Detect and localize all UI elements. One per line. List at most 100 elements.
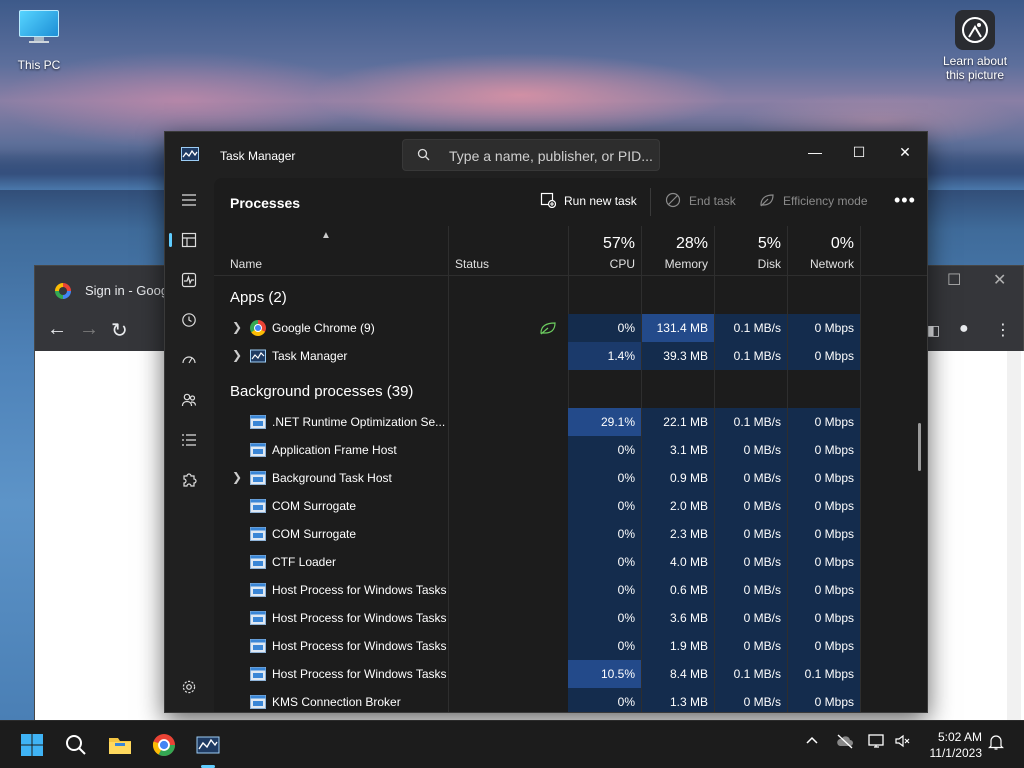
nav-details[interactable]	[171, 424, 207, 456]
onedrive-off-icon[interactable]	[836, 733, 854, 752]
table-row[interactable]: ❯ Background Task Host 0% 0.9 MB 0 MB/s 0 Mbp…	[214, 464, 927, 492]
desktop-icon-label: This PC	[17, 58, 61, 72]
forward-arrow-icon[interactable]: →	[79, 318, 99, 341]
clock-date: 11/1/2023	[929, 746, 983, 760]
hamburger-menu-button[interactable]	[171, 184, 207, 216]
maximize-icon[interactable]: ☐	[947, 270, 961, 290]
close-button[interactable]: ✕	[883, 138, 927, 166]
memory-cell: 2.3 MB	[642, 520, 714, 548]
table-row[interactable]: KMS Connection Broker 0% 1.3 MB 0 MB/s 0 Mbp…	[214, 688, 927, 712]
details-list-icon	[182, 434, 196, 446]
chevron-right-icon[interactable]: ❯	[232, 320, 242, 334]
efficiency-mode-label: Efficiency mode	[783, 194, 868, 208]
memory-cell: 39.3 MB	[642, 342, 714, 370]
disk-cell: 0 MB/s	[715, 688, 787, 712]
start-button[interactable]	[16, 729, 48, 761]
network-cell: 0 Mbps	[788, 408, 860, 436]
chrome-scrollbar[interactable]	[1007, 351, 1021, 721]
nav-processes[interactable]	[169, 224, 207, 256]
cpu-cell: 0%	[568, 314, 641, 342]
table-row[interactable]: .NET Runtime Optimization Se... 29.1% 22.1…	[214, 408, 927, 436]
table-row[interactable]: CTF Loader 0% 4.0 MB 0 MB/s 0 Mbps	[214, 548, 927, 576]
process-window-icon	[250, 695, 266, 709]
reload-icon[interactable]: ↻	[111, 318, 128, 343]
cpu-cell: 1.4%	[568, 342, 641, 370]
clock[interactable]: 5:02 AM 11/1/2023	[920, 729, 983, 761]
column-disk[interactable]: Disk	[715, 257, 781, 271]
nav-performance[interactable]	[171, 264, 207, 296]
show-hidden-icons-icon[interactable]	[805, 733, 819, 750]
table-row[interactable]: Host Process for Windows Tasks 0% 3.6 MB 0 …	[214, 604, 927, 632]
column-network[interactable]: Network	[788, 257, 854, 271]
folder-icon	[109, 738, 131, 754]
desktop-icon-this-pc[interactable]: This PC	[10, 10, 68, 72]
cpu-cell: 0%	[568, 688, 641, 712]
group-header-background[interactable]: Background processes (39)	[230, 383, 413, 400]
run-new-task-button[interactable]: Run new task	[540, 192, 637, 208]
desktop-icon-label: Learn about this picture	[942, 54, 1008, 82]
network-cell: 0 Mbps	[788, 688, 860, 712]
speedometer-icon	[182, 356, 196, 364]
profile-icon[interactable]: ●	[959, 320, 969, 338]
chrome-logo-icon	[152, 734, 175, 756]
disk-cell: 0 MB/s	[715, 632, 787, 660]
users-icon	[181, 393, 197, 407]
memory-cell: 22.1 MB	[642, 408, 714, 436]
table-row[interactable]: COM Surrogate 0% 2.3 MB 0 MB/s 0 Mbps	[214, 520, 927, 548]
task-manager-icon	[250, 349, 266, 363]
title-bar[interactable]: Task Manager Type a name, publisher, or …	[165, 132, 927, 178]
table-row[interactable]: Host Process for Windows Tasks 0% 0.6 MB 0 …	[214, 576, 927, 604]
chevron-right-icon[interactable]: ❯	[232, 348, 242, 362]
end-task-button[interactable]: End task	[665, 192, 736, 208]
table-row[interactable]: Application Frame Host 0% 3.1 MB 0 MB/s 0 Mb…	[214, 436, 927, 464]
monitor-icon	[18, 10, 60, 43]
back-arrow-icon[interactable]: ←	[47, 318, 67, 341]
google-logo-icon	[55, 283, 71, 299]
memory-cell: 4.0 MB	[642, 548, 714, 576]
maximize-button[interactable]: ☐	[837, 138, 881, 166]
column-memory[interactable]: Memory	[642, 257, 708, 271]
network-percent: 0%	[830, 235, 854, 252]
group-header-apps[interactable]: Apps (2)	[230, 289, 287, 306]
process-window-icon	[250, 611, 266, 625]
table-row[interactable]: Host Process for Windows Tasks 0% 1.9 MB 0 …	[214, 632, 927, 660]
nav-startup-apps[interactable]	[171, 344, 207, 376]
process-window-icon	[250, 527, 266, 541]
windows-logo-icon	[21, 734, 43, 756]
memory-cell: 131.4 MB	[642, 314, 714, 342]
process-name: Background Task Host	[272, 471, 392, 485]
disk-cell: 0 MB/s	[715, 464, 787, 492]
task-manager-taskbar-button[interactable]	[192, 729, 224, 768]
search-input[interactable]: Type a name, publisher, or PID...	[402, 139, 660, 171]
chrome-button[interactable]	[148, 729, 180, 761]
column-name[interactable]: Name	[230, 257, 262, 271]
table-row[interactable]: Host Process for Windows Tasks 10.5% 8.4 M…	[214, 660, 927, 688]
sort-up-icon: ▲	[321, 230, 331, 241]
nav-app-history[interactable]	[171, 304, 207, 336]
nav-services[interactable]	[171, 464, 207, 496]
table-row[interactable]: COM Surrogate 0% 2.0 MB 0 MB/s 0 Mbps	[214, 492, 927, 520]
task-manager-window[interactable]: Task Manager Type a name, publisher, or …	[164, 131, 928, 713]
notifications-bell-icon[interactable]	[988, 734, 1004, 753]
column-status[interactable]: Status	[455, 257, 489, 271]
settings-button[interactable]	[181, 679, 197, 698]
search-button[interactable]	[60, 729, 92, 761]
minimize-button[interactable]: —	[793, 138, 837, 166]
table-row[interactable]: ❯ Google Chrome (9) 0% 131.4 MB 0.1 MB/s…	[214, 314, 927, 342]
cpu-cell: 0%	[568, 492, 641, 520]
network-icon[interactable]	[868, 733, 886, 752]
column-cpu[interactable]: CPU	[568, 257, 635, 271]
close-icon[interactable]: ✕	[993, 270, 1006, 290]
file-explorer-button[interactable]	[104, 729, 136, 761]
scrollbar-thumb[interactable]	[918, 423, 921, 471]
more-options-icon[interactable]: •••	[894, 190, 916, 211]
nav-users[interactable]	[171, 384, 207, 416]
desktop-icon-learn-about-picture[interactable]: Learn about this picture	[940, 10, 1010, 82]
efficiency-mode-button[interactable]: Efficiency mode	[760, 194, 868, 208]
process-name: CTF Loader	[272, 555, 337, 569]
chevron-right-icon[interactable]: ❯	[232, 470, 242, 484]
volume-muted-icon[interactable]	[894, 733, 912, 752]
table-row[interactable]: ❯ Task Manager 1.4% 39.3 MB 0.1 MB/s 0 M…	[214, 342, 927, 370]
chrome-menu-icon[interactable]: ⋮	[995, 320, 1011, 340]
side-panel-icon[interactable]: ◧	[927, 322, 940, 339]
